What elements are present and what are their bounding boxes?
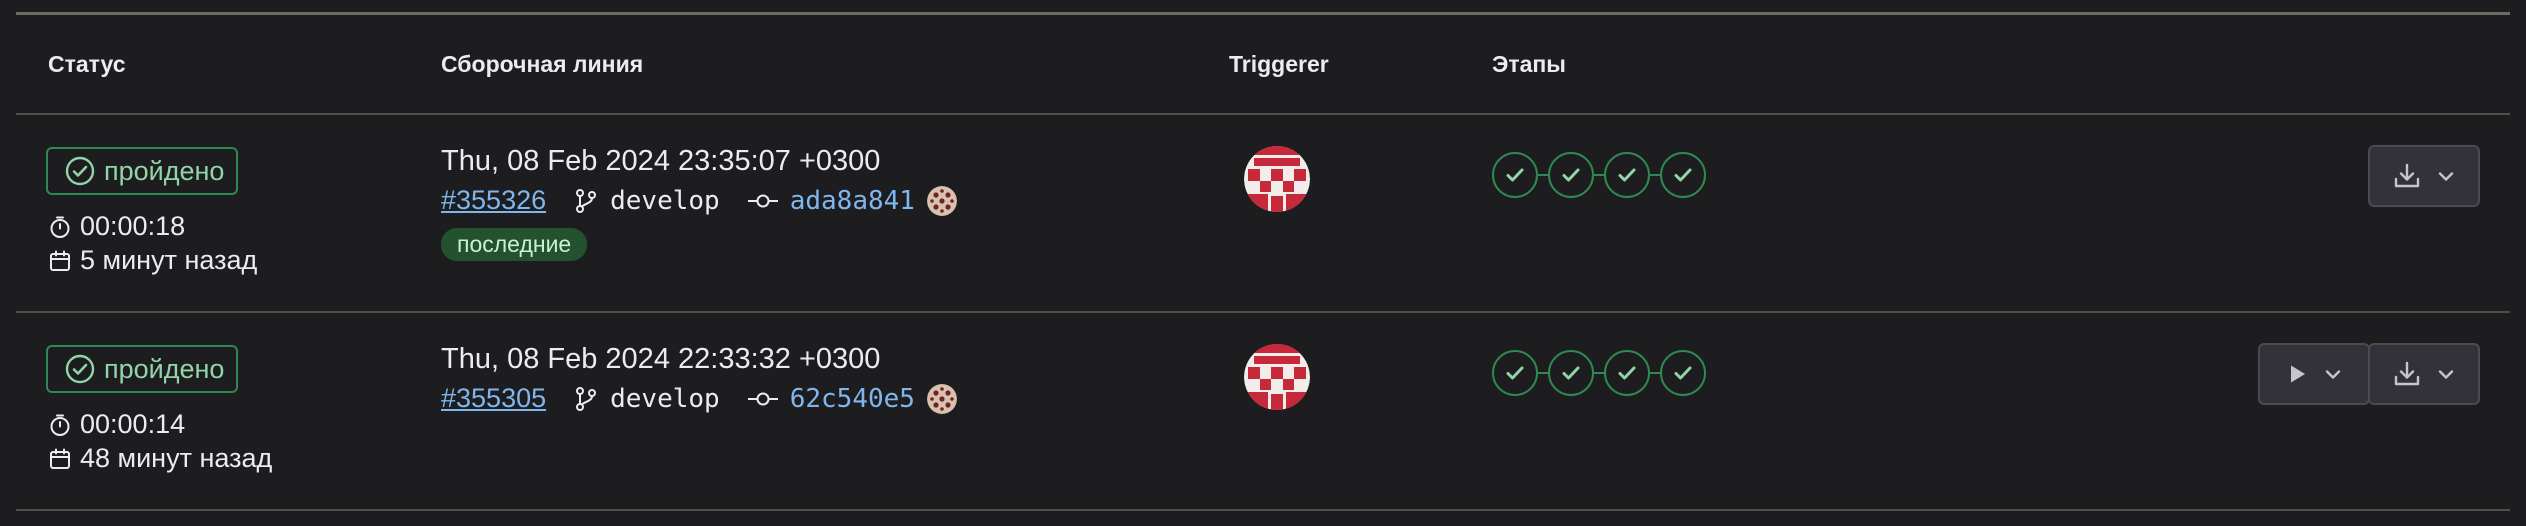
- commit-author-avatar[interactable]: [926, 383, 957, 414]
- stage-status[interactable]: [1660, 152, 1706, 198]
- stage-status[interactable]: [1604, 350, 1650, 396]
- stage-connector: [1538, 372, 1548, 374]
- chevron-down-icon: [2325, 370, 2341, 379]
- stage-status[interactable]: [1660, 350, 1706, 396]
- chevron-down-icon: [2438, 172, 2454, 181]
- branch-name[interactable]: develop: [610, 186, 720, 216]
- check-icon: [1562, 366, 1580, 380]
- run-manual-job-button[interactable]: [2258, 343, 2370, 405]
- check-icon: [1618, 168, 1636, 182]
- duration-value: 00:00:14: [80, 409, 186, 439]
- check-icon: [1506, 168, 1524, 182]
- duration-value: 00:00:18: [80, 211, 186, 241]
- check-circle-icon: [65, 156, 95, 186]
- chevron-down-icon: [2438, 370, 2454, 379]
- stage-connector: [1650, 174, 1660, 176]
- status-label: пройдено: [104, 155, 225, 186]
- header-pipeline: Сборочная линия: [441, 51, 644, 77]
- header-triggerer: Triggerer: [1229, 51, 1329, 77]
- duration: 00:00:18: [48, 211, 185, 242]
- pipeline-stages: [1492, 350, 1706, 396]
- check-circle-icon: [65, 354, 95, 384]
- pipeline-id-link[interactable]: #355305: [441, 383, 546, 414]
- stage-status[interactable]: [1492, 350, 1538, 396]
- stage-status[interactable]: [1492, 152, 1538, 198]
- check-icon: [1674, 168, 1692, 182]
- header-status: Статус: [48, 51, 126, 77]
- status-label: пройдено: [104, 353, 225, 384]
- commit-sha-link[interactable]: ada8a841: [790, 186, 915, 216]
- triggerer-avatar[interactable]: [1244, 146, 1310, 212]
- pipeline-stages: [1492, 152, 1706, 198]
- stage-status[interactable]: [1548, 350, 1594, 396]
- pipeline-refs: #355326 develop ada8a841: [441, 185, 957, 216]
- commit-author-avatar[interactable]: [926, 185, 957, 216]
- triggerer-avatar[interactable]: [1244, 344, 1310, 410]
- duration: 00:00:14: [48, 409, 185, 440]
- check-icon: [1674, 366, 1692, 380]
- download-icon: [2394, 361, 2420, 386]
- finished-time: 5 минут назад: [48, 245, 257, 276]
- check-icon: [1618, 366, 1636, 380]
- check-icon: [1506, 366, 1524, 380]
- download-artifacts-button[interactable]: [2368, 343, 2480, 405]
- table-header: Статус Сборочная линия Triggerer Этапы: [16, 15, 2510, 115]
- finished-time: 48 минут назад: [48, 443, 272, 474]
- finished-value: 5 минут назад: [80, 245, 258, 275]
- commit-sha-link[interactable]: 62c540e5: [790, 384, 915, 414]
- stage-connector: [1538, 174, 1548, 176]
- stage-status[interactable]: [1604, 152, 1650, 198]
- status-badge[interactable]: пройдено: [46, 147, 239, 195]
- pipeline-id-link[interactable]: #355326: [441, 185, 546, 216]
- status-badge[interactable]: пройдено: [46, 345, 239, 393]
- stage-connector: [1594, 372, 1604, 374]
- download-artifacts-button[interactable]: [2368, 145, 2480, 207]
- stage-status[interactable]: [1548, 152, 1594, 198]
- download-icon: [2394, 163, 2420, 188]
- table-row: пройдено 00:00:18 5 минут назад Thu, 08 …: [16, 115, 2510, 313]
- pipeline-date: Thu, 08 Feb 2024 23:35:07 +0300: [441, 145, 881, 177]
- branch-icon: [576, 188, 597, 213]
- stage-connector: [1650, 372, 1660, 374]
- timer-icon: [50, 216, 70, 238]
- timer-icon: [50, 414, 70, 436]
- stage-connector: [1594, 174, 1604, 176]
- branch-name[interactable]: develop: [610, 384, 720, 414]
- play-icon: [2291, 365, 2305, 383]
- table-row: пройдено 00:00:14 48 минут назад Thu, 08…: [16, 313, 2510, 511]
- pipeline-refs: #355305 develop 62c540e5: [441, 383, 957, 414]
- latest-badge: последние: [441, 228, 588, 261]
- commit-icon: [747, 194, 778, 207]
- pipeline-date: Thu, 08 Feb 2024 22:33:32 +0300: [441, 343, 881, 375]
- commit-icon: [747, 392, 778, 405]
- calendar-icon: [50, 448, 70, 469]
- header-stages: Этапы: [1492, 51, 1566, 77]
- check-icon: [1562, 168, 1580, 182]
- calendar-icon: [50, 250, 70, 271]
- finished-value: 48 минут назад: [80, 443, 273, 473]
- branch-icon: [576, 386, 597, 411]
